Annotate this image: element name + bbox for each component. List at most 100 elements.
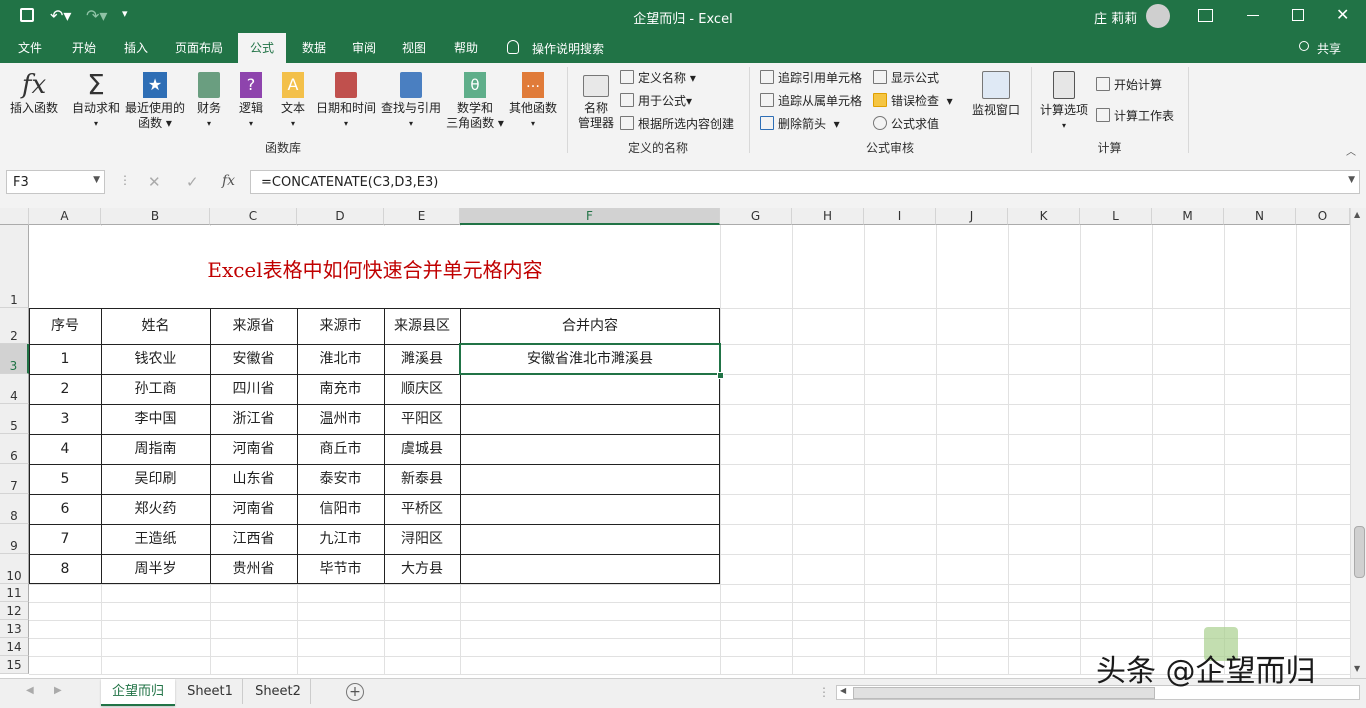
table-cell[interactable]: 毕节市 — [297, 554, 384, 584]
insert-function-fx-icon[interactable]: fx — [222, 173, 235, 189]
scroll-right-icon[interactable]: ▶ — [54, 685, 62, 696]
row-header-11[interactable]: 11 — [0, 584, 29, 602]
avatar[interactable] — [1146, 4, 1170, 28]
table-header-cell[interactable]: 来源省 — [210, 308, 297, 344]
table-cell[interactable]: 5 — [29, 464, 101, 494]
row-header-8[interactable]: 8 — [0, 494, 29, 524]
column-header-f[interactable]: F — [460, 208, 720, 225]
table-header-cell[interactable]: 序号 — [29, 308, 101, 344]
row-header-2[interactable]: 2 — [0, 308, 29, 344]
table-cell[interactable] — [460, 434, 720, 464]
name-manager-button[interactable]: 名称 管理器 — [574, 73, 618, 131]
sheet-tab[interactable]: Sheet2 — [246, 679, 311, 704]
table-cell[interactable] — [460, 464, 720, 494]
row-header-10[interactable]: 10 — [0, 554, 29, 584]
tab-formulas[interactable]: 公式 — [238, 33, 286, 63]
row-header-7[interactable]: 7 — [0, 464, 29, 494]
table-cell[interactable]: 顺庆区 — [384, 374, 460, 404]
calculation-options-button[interactable]: 计算选项 ▾ — [1036, 71, 1092, 133]
column-header-g[interactable]: G — [720, 208, 792, 225]
autosum-button[interactable]: Σ 自动求和 ▾ — [70, 69, 122, 131]
row-header-4[interactable]: 4 — [0, 374, 29, 404]
column-header-o[interactable]: O — [1296, 208, 1350, 225]
table-cell[interactable]: 王造纸 — [101, 524, 210, 554]
table-cell[interactable]: 四川省 — [210, 374, 297, 404]
table-cell[interactable]: 信阳市 — [297, 494, 384, 524]
row-header-1[interactable]: 1 — [0, 225, 29, 308]
column-header-h[interactable]: H — [792, 208, 864, 225]
tab-insert[interactable]: 插入 — [114, 33, 158, 63]
tab-home[interactable]: 开始 — [62, 33, 106, 63]
table-cell[interactable]: 李中国 — [101, 404, 210, 434]
tab-review[interactable]: 审阅 — [342, 33, 386, 63]
recent-functions-button[interactable]: ★ 最近使用的 函数 ▾ — [124, 69, 186, 131]
table-cell[interactable]: 4 — [29, 434, 101, 464]
table-cell[interactable]: 虞城县 — [384, 434, 460, 464]
table-cell[interactable]: 7 — [29, 524, 101, 554]
table-cell[interactable]: 2 — [29, 374, 101, 404]
table-cell[interactable]: 贵州省 — [210, 554, 297, 584]
table-cell[interactable] — [460, 374, 720, 404]
use-in-formula-button[interactable]: 用于公式▾ — [620, 91, 692, 111]
row-header-9[interactable]: 9 — [0, 524, 29, 554]
table-cell[interactable]: 大方县 — [384, 554, 460, 584]
table-header-cell[interactable]: 来源市 — [297, 308, 384, 344]
table-cell[interactable]: 浙江省 — [210, 404, 297, 434]
tab-help[interactable]: 帮助 — [444, 33, 488, 63]
row-header-15[interactable]: 15 — [0, 656, 29, 674]
insert-function-button[interactable]: fx 插入函数 — [4, 69, 64, 116]
table-cell[interactable]: 新泰县 — [384, 464, 460, 494]
tab-file[interactable]: 文件 — [8, 33, 52, 63]
text-button[interactable]: A 文本 ▾ — [274, 69, 312, 131]
table-cell[interactable]: 3 — [29, 404, 101, 434]
table-cell[interactable]: 山东省 — [210, 464, 297, 494]
name-box[interactable]: F3 ▼ — [6, 170, 105, 194]
table-cell[interactable]: 8 — [29, 554, 101, 584]
table-cell[interactable]: 钱农业 — [101, 344, 210, 374]
vertical-scrollbar[interactable]: ▲ ▼ — [1350, 208, 1366, 678]
formula-input[interactable]: =CONCATENATE(C3,D3,E3) ▼ — [250, 170, 1360, 194]
table-cell[interactable]: 周指南 — [101, 434, 210, 464]
close-icon[interactable]: ✕ — [1336, 5, 1349, 24]
ribbon-display-icon[interactable] — [1198, 9, 1213, 22]
table-cell[interactable]: 平桥区 — [384, 494, 460, 524]
remove-arrows-button[interactable]: 删除箭头 ▾ — [760, 114, 840, 134]
restore-icon[interactable] — [1292, 9, 1304, 21]
table-cell[interactable]: 河南省 — [210, 494, 297, 524]
trace-precedents-button[interactable]: 追踪引用单元格 — [760, 68, 862, 88]
tab-split-handle[interactable]: ⋮ — [818, 685, 830, 699]
table-header-cell[interactable]: 来源县区 — [384, 308, 460, 344]
row-header-13[interactable]: 13 — [0, 620, 29, 638]
column-header-i[interactable]: I — [864, 208, 936, 225]
table-cell[interactable] — [460, 404, 720, 434]
fill-handle[interactable] — [717, 372, 724, 379]
column-header-j[interactable]: J — [936, 208, 1008, 225]
expand-formula-icon[interactable]: ▼ — [1348, 175, 1355, 185]
evaluate-formula-button[interactable]: 公式求值 — [873, 114, 939, 134]
watch-window-button[interactable]: 监视窗口 — [968, 71, 1024, 118]
table-cell[interactable]: 平阳区 — [384, 404, 460, 434]
table-cell[interactable]: 河南省 — [210, 434, 297, 464]
enter-icon[interactable]: ✓ — [186, 173, 199, 191]
scroll-left-arrow-icon[interactable]: ◀ — [840, 686, 846, 695]
sheet-title-cell[interactable]: Excel表格中如何快速合并单元格内容 — [30, 226, 720, 308]
table-header-cell[interactable]: 姓名 — [101, 308, 210, 344]
column-header-d[interactable]: D — [297, 208, 384, 225]
row-header-3[interactable]: 3 — [0, 344, 29, 374]
column-header-n[interactable]: N — [1224, 208, 1296, 225]
share-button[interactable]: 共享 — [1317, 40, 1341, 57]
column-header-m[interactable]: M — [1152, 208, 1224, 225]
minimize-icon[interactable] — [1247, 15, 1259, 16]
table-cell[interactable]: 郑火药 — [101, 494, 210, 524]
row-header-12[interactable]: 12 — [0, 602, 29, 620]
calculate-sheet-button[interactable]: 计算工作表 — [1096, 106, 1174, 126]
table-cell[interactable] — [460, 524, 720, 554]
table-cell[interactable]: 6 — [29, 494, 101, 524]
scroll-left-icon[interactable]: ◀ — [26, 685, 34, 696]
more-functions-button[interactable]: … 其他函数 ▾ — [506, 69, 560, 131]
define-name-button[interactable]: 定义名称 ▾ — [620, 68, 696, 88]
table-cell[interactable]: 安徽省 — [210, 344, 297, 374]
scroll-down-icon[interactable]: ▼ — [1354, 664, 1360, 673]
scroll-up-icon[interactable]: ▲ — [1354, 210, 1360, 219]
share-icon[interactable] — [1299, 41, 1309, 51]
